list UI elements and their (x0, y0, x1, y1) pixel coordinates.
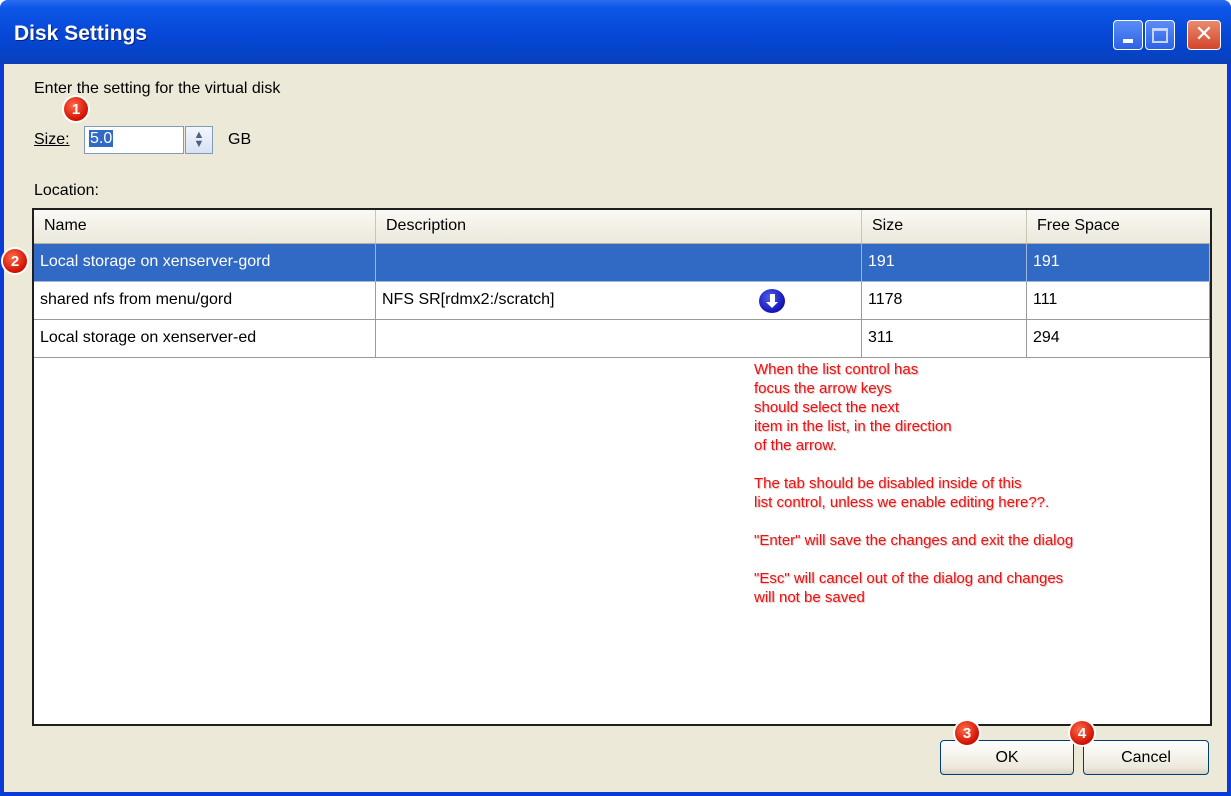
arrow-down-icon (759, 289, 785, 313)
table-row[interactable]: shared nfs from menu/gord NFS SR[rdmx2:/… (34, 282, 1210, 320)
cell-free-space: 294 (1027, 320, 1210, 358)
cell-size: 191 (862, 244, 1027, 282)
size-label: Size: (34, 131, 70, 148)
column-header-size[interactable]: Size (862, 210, 1027, 243)
maximize-icon (1152, 27, 1168, 43)
disk-settings-window: Disk Settings ✕ Enter the setting for th… (0, 0, 1231, 796)
cell-free-space: 191 (1027, 244, 1210, 282)
cell-description: NFS SR[rdmx2:/scratch] (376, 282, 862, 320)
cell-description (376, 244, 862, 282)
spin-down-icon[interactable]: ▼ (194, 139, 205, 150)
annotation-badge-1: 1 (64, 97, 88, 121)
cell-name: shared nfs from menu/gord (34, 282, 376, 320)
location-label: Location: (34, 182, 99, 199)
column-header-name[interactable]: Name (34, 210, 376, 243)
cell-name: Local storage on xenserver-ed (34, 320, 376, 358)
table-row[interactable]: Local storage on xenserver-ed 311 294 (34, 320, 1210, 358)
cancel-button[interactable]: Cancel (1083, 740, 1209, 775)
size-spinner[interactable]: ▲ ▼ (185, 126, 213, 154)
annotation-badge-2: 2 (3, 249, 27, 273)
ok-button[interactable]: OK (940, 740, 1074, 775)
annotation-badge-3: 3 (955, 721, 979, 745)
cell-size: 1178 (862, 282, 1027, 320)
maximize-button[interactable] (1145, 20, 1175, 50)
minimize-icon (1123, 39, 1133, 43)
column-header-free-space[interactable]: Free Space (1027, 210, 1210, 243)
close-icon: ✕ (1194, 22, 1214, 47)
table-row[interactable]: Local storage on xenserver-gord 191 191 (34, 244, 1210, 282)
close-button[interactable]: ✕ (1187, 20, 1221, 50)
size-value: 5.0 (89, 130, 114, 147)
cell-name: Local storage on xenserver-gord (34, 244, 376, 282)
cell-size: 311 (862, 320, 1027, 358)
minimize-button[interactable] (1113, 20, 1143, 50)
annotation-badge-4: 4 (1070, 721, 1094, 745)
size-input[interactable]: 5.0 (84, 126, 184, 154)
list-header: Name Description Size Free Space (34, 210, 1210, 244)
size-unit-label: GB (228, 131, 252, 148)
storage-list[interactable]: Name Description Size Free Space Local s… (32, 208, 1212, 726)
window-title: Disk Settings (14, 22, 148, 45)
cell-description (376, 320, 862, 358)
column-header-description[interactable]: Description (376, 210, 862, 243)
title-bar[interactable]: Disk Settings ✕ (0, 0, 1231, 64)
instruction-text: Enter the setting for the virtual disk (34, 80, 281, 97)
annotation-note: When the list control has focus the arro… (754, 361, 1074, 606)
cell-free-space: 111 (1027, 282, 1210, 320)
